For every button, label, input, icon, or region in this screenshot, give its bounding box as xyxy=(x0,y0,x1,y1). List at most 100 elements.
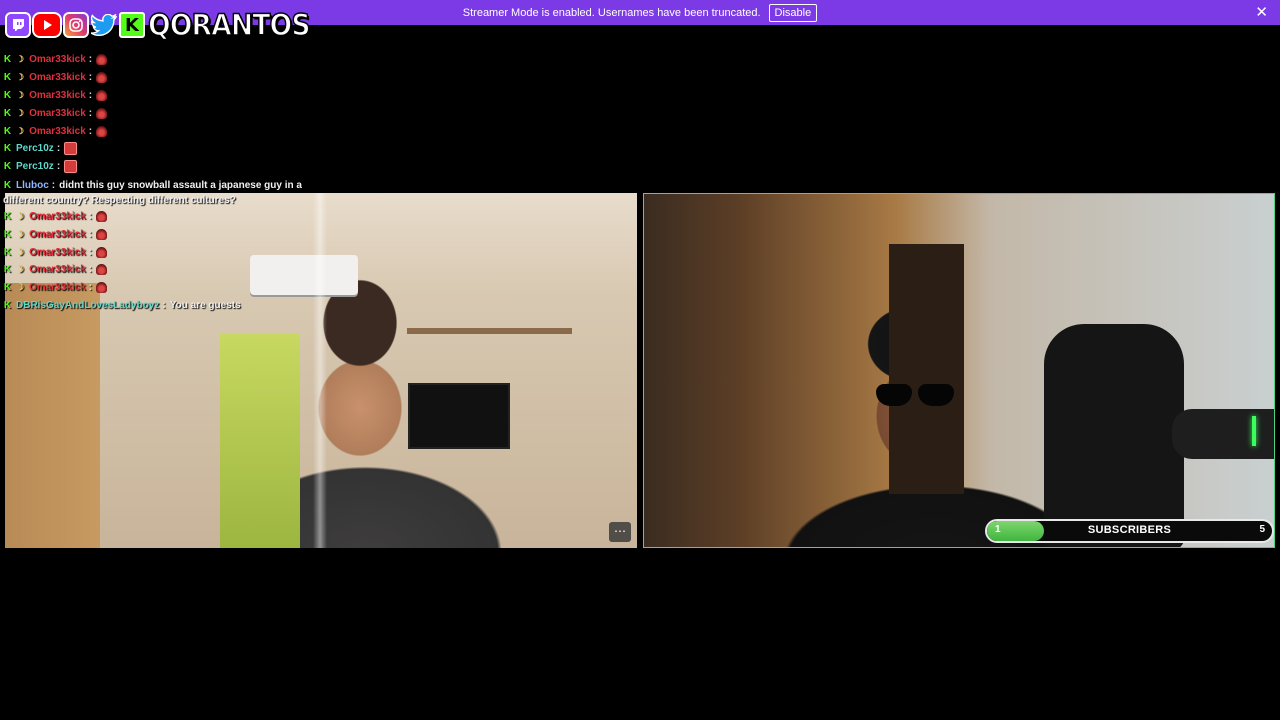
hood-emote-icon xyxy=(96,246,108,258)
chat-message: K ☽ Omar33kick: xyxy=(3,122,343,140)
hood-emote-icon xyxy=(96,264,108,276)
subscriber-goal-bar: 1 SUBSCRIBERS 5 xyxy=(985,519,1274,543)
socials-overlay: K QORANTOS xyxy=(5,5,324,45)
video-shelf xyxy=(407,328,572,334)
streamer-name: QORANTOS xyxy=(147,7,311,43)
chat-separator: : xyxy=(88,228,93,240)
chat-username[interactable]: Omar33kick xyxy=(29,108,86,119)
moon-badge-icon: ☽ xyxy=(16,228,25,239)
chat-separator: : xyxy=(51,179,56,191)
chat-message-text: You are guests xyxy=(169,299,241,311)
chat-message: K DBRisGayAndLovesLadyboyz: You are guests xyxy=(3,297,343,315)
chat-message: K ☽ Omar33kick: xyxy=(3,261,343,279)
chat-separator: : xyxy=(88,54,93,66)
video-doorway xyxy=(889,244,964,494)
chat-message: K ☽ Omar33kick: xyxy=(3,51,343,69)
moon-badge-icon: ☽ xyxy=(16,210,25,221)
kick-badge-icon: K xyxy=(3,143,12,155)
chat-overlay: K ☽ Omar33kick: K ☽ Omar33kick: K ☽ Omar33kick: K… xyxy=(3,51,343,314)
chat-separator: : xyxy=(88,107,93,119)
instagram-icon xyxy=(63,12,89,38)
moon-badge-icon: ☽ xyxy=(16,54,25,65)
hood-emote-icon xyxy=(96,89,108,101)
kick-glyph: K xyxy=(125,14,139,36)
kick-badge-icon: K xyxy=(3,161,12,173)
chat-separator: : xyxy=(88,72,93,84)
moon-badge-icon: ☽ xyxy=(16,264,25,275)
kick-badge-icon: K xyxy=(3,89,12,101)
video-menu-button[interactable]: ⋯ xyxy=(609,522,631,542)
chat-username[interactable]: Omar33kick xyxy=(29,282,86,293)
kick-badge-icon: K xyxy=(3,107,12,119)
chat-username[interactable]: Omar33kick xyxy=(29,126,86,137)
hood-emote-icon xyxy=(96,228,108,240)
chat-separator: : xyxy=(88,264,93,276)
chat-separator: : xyxy=(88,125,93,137)
video-microphone xyxy=(1172,409,1274,459)
kick-badge-icon: K xyxy=(3,125,12,137)
kick-badge-icon: K xyxy=(3,246,12,258)
kick-badge-icon: K xyxy=(3,179,12,191)
chat-username[interactable]: Omar33kick xyxy=(29,264,86,275)
moon-badge-icon: ☽ xyxy=(16,282,25,293)
kick-badge-icon: K xyxy=(3,210,12,222)
chat-username[interactable]: Lluboc xyxy=(16,180,49,191)
chat-message: K Lluboc: didnt this guy snowball assault … xyxy=(3,176,343,208)
streamer-video-feed[interactable] xyxy=(643,193,1275,548)
kick-badge-icon: K xyxy=(3,72,12,84)
chat-message: K ☽ Omar33kick: xyxy=(3,279,343,297)
kick-badge-icon: K xyxy=(3,299,12,311)
chat-username[interactable]: Omar33kick xyxy=(29,90,86,101)
chat-separator: : xyxy=(88,282,93,294)
hood-emote-icon xyxy=(96,107,108,119)
disable-streamer-mode-button[interactable]: Disable xyxy=(768,3,818,22)
chat-username[interactable]: Omar33kick xyxy=(29,229,86,240)
chat-username[interactable]: Omar33kick xyxy=(29,247,86,258)
chat-separator: : xyxy=(56,161,61,173)
chat-message: K ☽ Omar33kick: xyxy=(3,69,343,87)
kick-badge-icon: K xyxy=(3,282,12,294)
chat-message: K Perc10z: xyxy=(3,140,343,158)
streamer-mode-message: Streamer Mode is enabled. Usernames have… xyxy=(462,6,761,19)
chat-separator: : xyxy=(56,143,61,155)
video-tv xyxy=(408,383,510,449)
chat-message: K ☽ Omar33kick: xyxy=(3,225,343,243)
chat-message: K ☽ Omar33kick: xyxy=(3,208,343,226)
chat-username[interactable]: Omar33kick xyxy=(29,211,86,222)
subscriber-goal-target: 5 xyxy=(1259,524,1265,535)
tile-emote-icon xyxy=(64,142,78,156)
chat-username[interactable]: DBRisGayAndLovesLadyboyz xyxy=(16,300,159,311)
chat-username[interactable]: Omar33kick xyxy=(29,54,86,65)
chat-separator: : xyxy=(162,299,166,311)
close-icon[interactable]: ✕ xyxy=(1255,4,1268,21)
hood-emote-icon xyxy=(96,72,108,84)
moon-badge-icon: ☽ xyxy=(16,246,25,257)
hood-emote-icon xyxy=(96,125,108,137)
kick-badge-icon: K xyxy=(3,264,12,276)
chat-separator: : xyxy=(88,210,93,222)
chat-message: K ☽ Omar33kick: xyxy=(3,87,343,105)
moon-badge-icon: ☽ xyxy=(16,107,25,118)
hood-emote-icon xyxy=(96,282,108,294)
chat-username[interactable]: Omar33kick xyxy=(29,72,86,83)
subscriber-goal-label: SUBSCRIBERS xyxy=(1087,524,1172,536)
video-wall xyxy=(5,283,100,548)
chat-separator: : xyxy=(88,89,93,101)
moon-badge-icon: ☽ xyxy=(16,89,25,100)
video-mic-led xyxy=(1252,416,1256,446)
hood-emote-icon xyxy=(96,54,108,66)
kick-badge-icon: K xyxy=(3,228,12,240)
twitter-icon xyxy=(90,12,118,38)
chat-message: K ☽ Omar33kick: xyxy=(3,104,343,122)
hood-emote-icon xyxy=(96,210,108,222)
chat-username[interactable]: Perc10z xyxy=(16,161,54,172)
kick-badge-icon: K xyxy=(3,54,12,66)
kick-icon: K xyxy=(119,12,145,38)
video-gaming-chair xyxy=(1044,324,1184,547)
moon-badge-icon: ☽ xyxy=(16,72,25,83)
chat-message: K Perc10z: xyxy=(3,158,343,176)
youtube-icon xyxy=(32,12,62,38)
chat-message: K ☽ Omar33kick: xyxy=(3,243,343,261)
tile-emote-icon xyxy=(64,160,78,174)
chat-username[interactable]: Perc10z xyxy=(16,143,54,154)
